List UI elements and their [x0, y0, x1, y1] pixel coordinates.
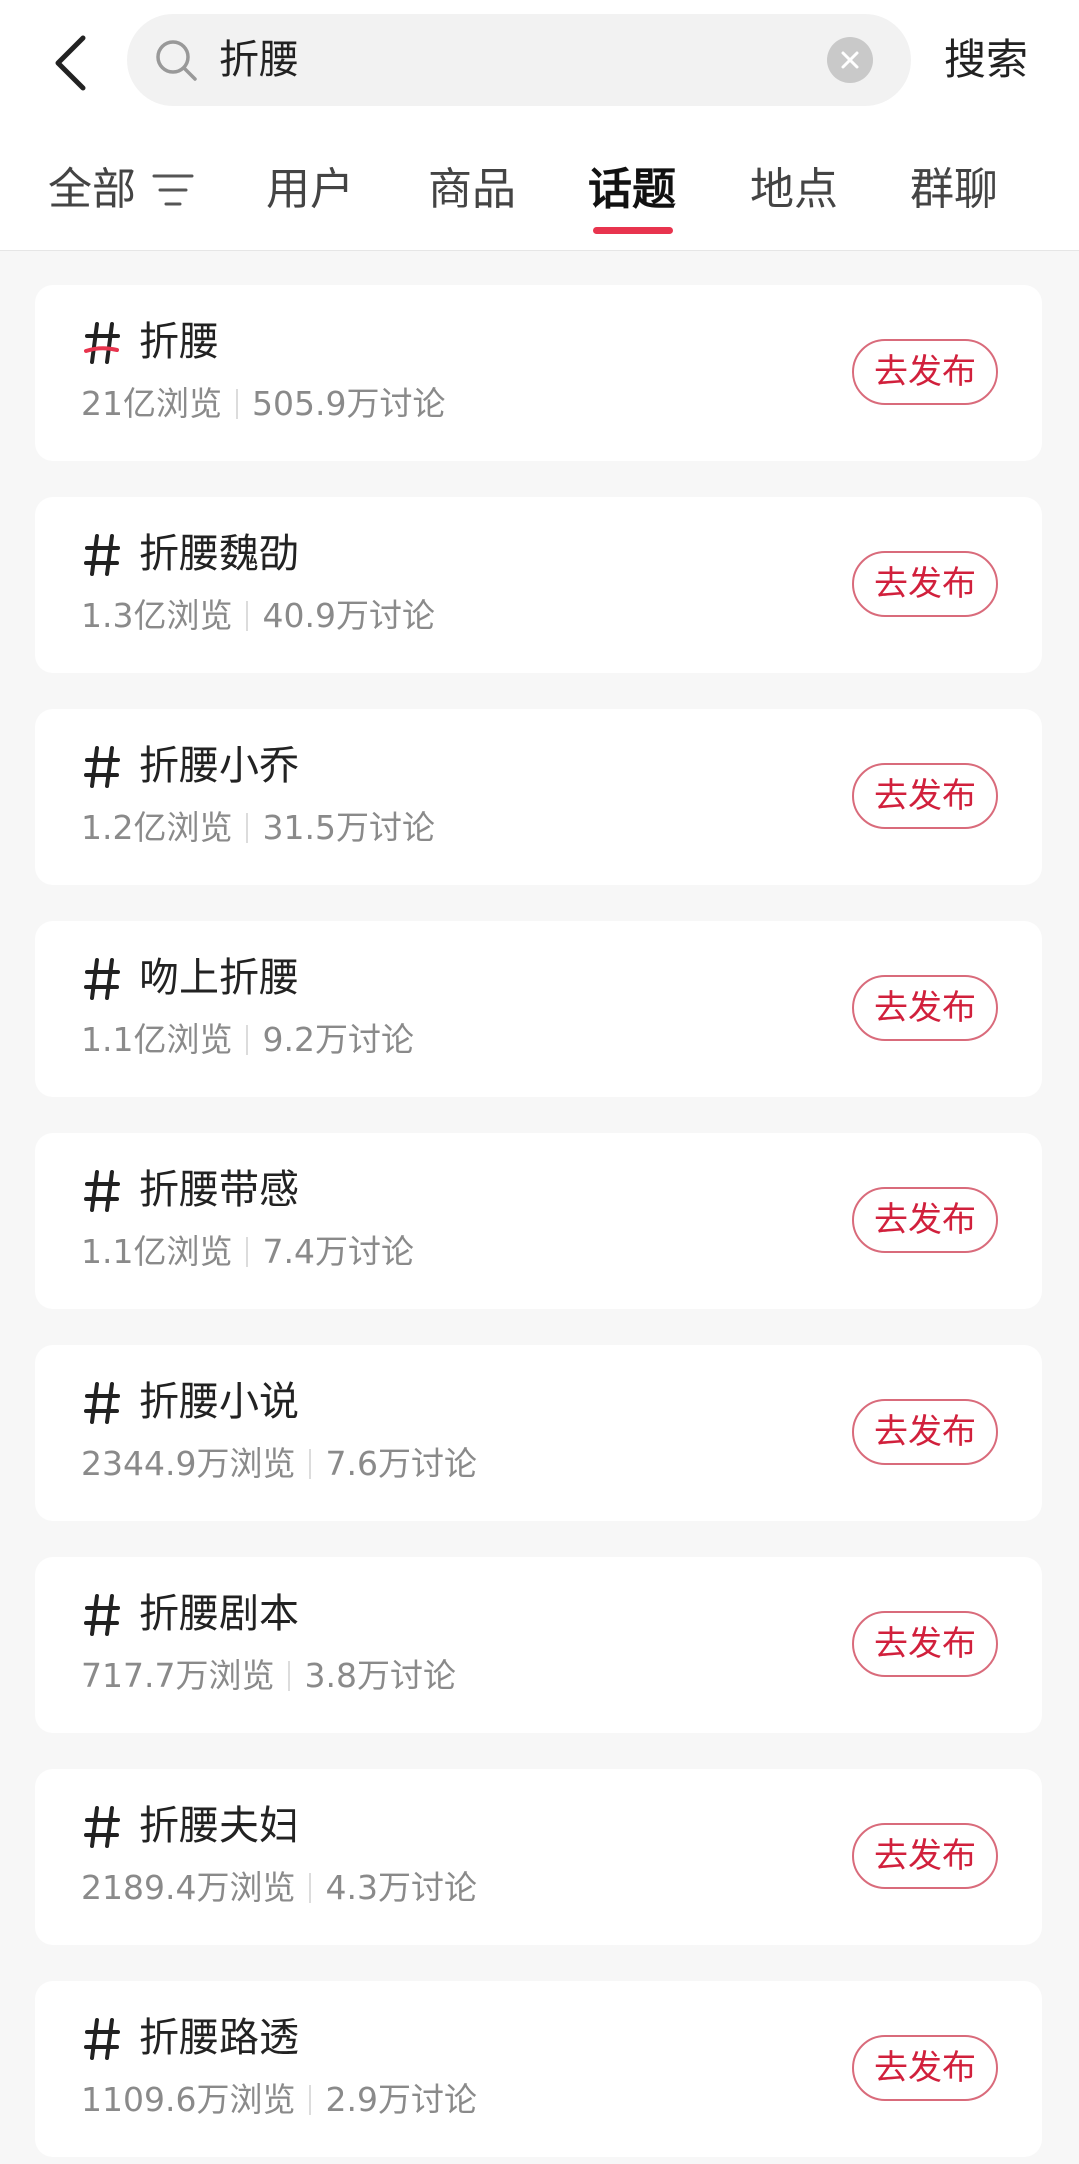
hashtag-icon: [84, 2018, 120, 2060]
discussion-count: 3.8万讨论: [304, 1656, 456, 1695]
topic-card[interactable]: 折腰路透 1109.6万浏览 2.9万讨论 去发布: [35, 1981, 1042, 2157]
divider: [246, 1025, 249, 1055]
view-count: 1.3亿浏览: [81, 596, 233, 635]
publish-button[interactable]: 去发布: [852, 1187, 998, 1253]
publish-button[interactable]: 去发布: [852, 1611, 998, 1677]
divider: [246, 813, 249, 843]
topic-title: 折腰小说: [139, 1379, 299, 1425]
discussion-count: 31.5万讨论: [262, 808, 435, 847]
clear-search-button[interactable]: [827, 37, 873, 83]
discussion-count: 505.9万讨论: [252, 384, 446, 423]
divider: [288, 1661, 291, 1691]
view-count: 2344.9万浏览: [81, 1444, 296, 1483]
topic-title: 折腰夫妇: [139, 1803, 299, 1849]
topic-stats: 1.1亿浏览 9.2万讨论: [81, 1017, 414, 1063]
topic-stats: 1.3亿浏览 40.9万讨论: [81, 593, 435, 639]
search-icon: [156, 40, 197, 81]
hashtag-icon: [84, 1806, 120, 1848]
topic-stats: 21亿浏览 505.9万讨论: [81, 381, 445, 427]
hashtag-icon: [84, 1170, 120, 1212]
topic-title: 折腰魏劭: [139, 531, 299, 577]
discussion-count: 40.9万讨论: [262, 596, 435, 635]
top-bar: 折腰 搜索 全部 用户 商品 话题 地点 群聊: [0, 0, 1079, 251]
tab-topics[interactable]: 话题: [588, 160, 676, 220]
topic-card[interactable]: 折腰小乔 1.2亿浏览 31.5万讨论 去发布: [35, 709, 1042, 885]
topic-title: 折腰剧本: [139, 1591, 299, 1637]
topic-stats: 2344.9万浏览 7.6万讨论: [81, 1441, 477, 1487]
filter-icon[interactable]: [150, 168, 196, 212]
tab-users[interactable]: 用户: [266, 160, 354, 220]
publish-button[interactable]: 去发布: [852, 2035, 998, 2101]
hashtag-icon: [84, 322, 120, 364]
topic-card[interactable]: 折腰 21亿浏览 505.9万讨论 去发布: [35, 285, 1042, 461]
topic-title: 折腰路透: [139, 2015, 299, 2061]
topic-card[interactable]: 折腰带感 1.1亿浏览 7.4万讨论 去发布: [35, 1133, 1042, 1309]
divider: [246, 601, 249, 631]
hashtag-icon: [84, 958, 120, 1000]
topic-stats: 1.2亿浏览 31.5万讨论: [81, 805, 435, 851]
view-count: 1.1亿浏览: [81, 1020, 233, 1059]
hashtag-icon: [84, 1382, 120, 1424]
publish-button[interactable]: 去发布: [852, 1399, 998, 1465]
view-count: 21亿浏览: [81, 384, 222, 423]
topic-card[interactable]: 吻上折腰 1.1亿浏览 9.2万讨论 去发布: [35, 921, 1042, 1097]
topic-title: 吻上折腰: [139, 955, 299, 1001]
close-icon: [841, 51, 859, 69]
hashtag-icon: [84, 534, 120, 576]
view-count: 717.7万浏览: [81, 1656, 275, 1695]
tab-products[interactable]: 商品: [428, 160, 516, 220]
topic-stats: 1.1亿浏览 7.4万讨论: [81, 1229, 414, 1275]
publish-button[interactable]: 去发布: [852, 1823, 998, 1889]
topic-title: 折腰: [139, 319, 219, 365]
hashtag-icon: [84, 1594, 120, 1636]
discussion-count: 7.6万讨论: [325, 1444, 477, 1483]
divider: [309, 2085, 312, 2115]
topic-stats: 717.7万浏览 3.8万讨论: [81, 1653, 456, 1699]
view-count: 1.1亿浏览: [81, 1232, 233, 1271]
topic-title: 折腰带感: [139, 1167, 299, 1213]
search-input[interactable]: 折腰: [219, 28, 299, 92]
topic-card[interactable]: 折腰剧本 717.7万浏览 3.8万讨论 去发布: [35, 1557, 1042, 1733]
topic-card[interactable]: 折腰魏劭 1.3亿浏览 40.9万讨论 去发布: [35, 497, 1042, 673]
chevron-left-icon: [55, 35, 86, 91]
search-box[interactable]: 折腰: [127, 14, 911, 106]
tab-group-chats[interactable]: 群聊: [910, 160, 998, 220]
publish-button[interactable]: 去发布: [852, 763, 998, 829]
divider: [309, 1873, 312, 1903]
divider: [236, 389, 238, 419]
topic-card[interactable]: 折腰小说 2344.9万浏览 7.6万讨论 去发布: [35, 1345, 1042, 1521]
tab-all[interactable]: 全部: [48, 160, 136, 220]
discussion-count: 2.9万讨论: [325, 2080, 477, 2119]
discussion-count: 7.4万讨论: [262, 1232, 414, 1271]
discussion-count: 4.3万讨论: [325, 1868, 477, 1907]
divider: [309, 1449, 312, 1479]
back-button[interactable]: [40, 28, 100, 98]
publish-button[interactable]: 去发布: [852, 339, 998, 405]
topic-stats: 1109.6万浏览 2.9万讨论: [81, 2077, 477, 2123]
search-button[interactable]: 搜索: [944, 28, 1028, 92]
view-count: 1.2亿浏览: [81, 808, 233, 847]
discussion-count: 9.2万讨论: [262, 1020, 414, 1059]
topic-title: 折腰小乔: [139, 743, 299, 789]
tab-bar: 全部 用户 商品 话题 地点 群聊: [0, 130, 1079, 250]
divider: [246, 1237, 249, 1267]
publish-button[interactable]: 去发布: [852, 975, 998, 1041]
view-count: 1109.6万浏览: [81, 2080, 296, 2119]
view-count: 2189.4万浏览: [81, 1868, 296, 1907]
topic-stats: 2189.4万浏览 4.3万讨论: [81, 1865, 477, 1911]
tab-places[interactable]: 地点: [750, 160, 838, 220]
active-tab-indicator: [593, 227, 673, 234]
hashtag-icon: [84, 746, 120, 788]
topic-card[interactable]: 折腰夫妇 2189.4万浏览 4.3万讨论 去发布: [35, 1769, 1042, 1945]
publish-button[interactable]: 去发布: [852, 551, 998, 617]
